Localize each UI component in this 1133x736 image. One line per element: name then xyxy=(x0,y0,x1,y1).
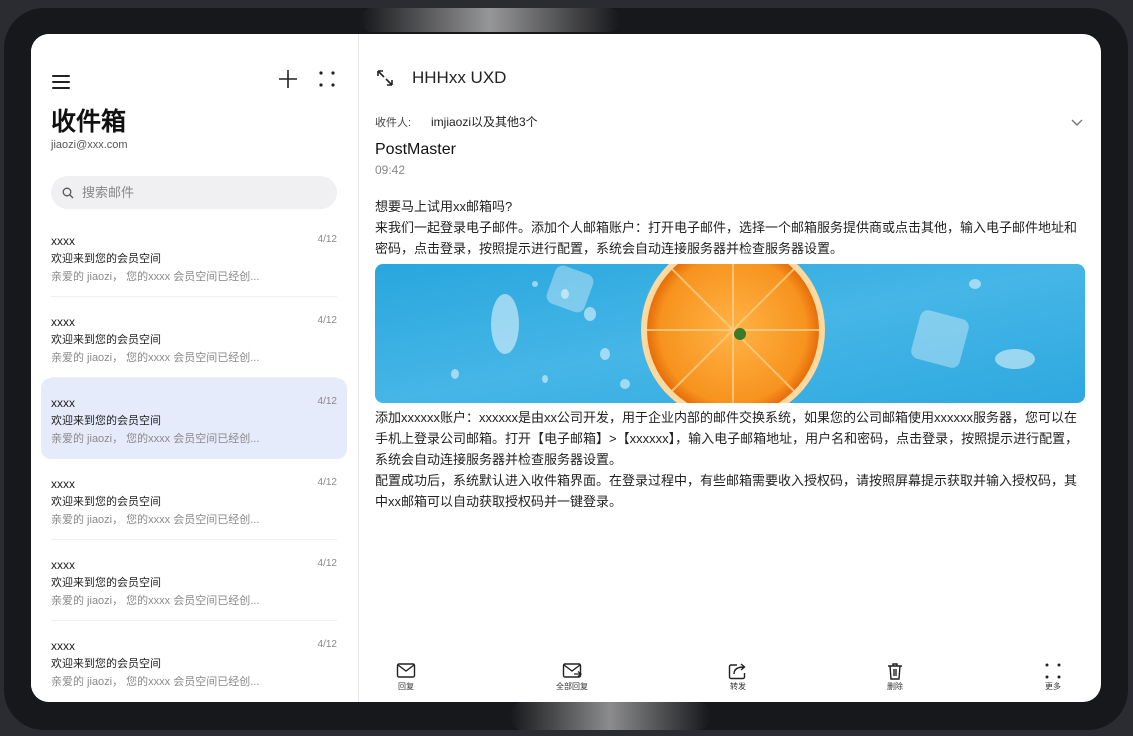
mail-date: 4/12 xyxy=(317,639,337,650)
recipient-list[interactable]: imjiaozi以及其他3个 xyxy=(431,113,538,130)
mail-subject: 欢迎来到您的会员空间 xyxy=(51,415,161,427)
bezel-glare xyxy=(360,8,620,32)
recipient-label: 收件人: xyxy=(375,117,412,129)
mail-date: 4/12 xyxy=(317,315,337,326)
list-item[interactable]: xxxx 4/12 欢迎来到您的会员空间 亲爱的 jiaozi， 您的xxxx … xyxy=(41,621,347,702)
plus-icon[interactable] xyxy=(276,67,300,91)
chevron-down-icon[interactable] xyxy=(1069,114,1085,130)
mail-sender: xxxx xyxy=(51,477,75,491)
mail-preview: 亲爱的 jiaozi， 您的xxxx 会员空间已经创... xyxy=(51,595,260,607)
mail-sender: xxxx xyxy=(51,396,75,410)
mail-sender: xxxx xyxy=(51,639,75,653)
reply-label: 回复 xyxy=(398,682,414,691)
mail-subject: 欢迎来到您的会员空间 xyxy=(51,658,161,670)
list-item[interactable]: xxxx 4/12 欢迎来到您的会员空间 亲爱的 jiaozi， 您的xxxx … xyxy=(41,297,347,378)
forward-label: 转发 xyxy=(730,682,746,691)
list-item[interactable]: xxxx 4/12 欢迎来到您的会员空间 亲爱的 jiaozi， 您的xxxx … xyxy=(41,540,347,621)
reply-button[interactable]: 回复 xyxy=(376,662,436,692)
reply-all-button[interactable]: 全部回复 xyxy=(542,662,602,692)
mail-preview: 亲爱的 jiaozi， 您的xxxx 会员空间已经创... xyxy=(51,514,260,526)
mail-body-bottom: 添加xxxxxx账户：xxxxxx是由xx公司开发，用于企业内部的邮件交换系统，… xyxy=(375,410,1079,509)
mail-list-pane: 收件箱 jiaozi@xxx.com xxxx 4/12 欢迎来到您的会员空间 … xyxy=(31,34,359,702)
search-icon xyxy=(62,187,74,198)
more-label: 更多 xyxy=(1045,682,1061,691)
delete-button[interactable]: 删除 xyxy=(865,662,925,692)
list-item-selected[interactable]: xxxx 4/12 欢迎来到您的会员空间 亲爱的 jiaozi， 您的xxxx … xyxy=(41,378,347,459)
menu-icon[interactable] xyxy=(52,75,70,91)
mail-sender: xxxx xyxy=(51,315,75,329)
reply-all-label: 全部回复 xyxy=(556,682,588,691)
mail-detail-pane: HHHxx UXD 收件人: imjiaozi以及其他3个 PostMaster… xyxy=(359,34,1101,702)
mail-subject: 欢迎来到您的会员空间 xyxy=(51,496,161,508)
more-button[interactable]: 更多 xyxy=(1023,662,1083,692)
mail-subject: 欢迎来到您的会员空间 xyxy=(51,253,161,265)
mail-date: 4/12 xyxy=(317,558,337,569)
mail-date: 4/12 xyxy=(317,396,337,407)
bottom-toolbar: 回复 全部回复 转发 删除 更多 xyxy=(359,662,1101,702)
search-input[interactable] xyxy=(80,184,314,201)
banner-image xyxy=(375,264,1085,403)
mail-preview: 亲爱的 jiaozi， 您的xxxx 会员空间已经创... xyxy=(51,271,260,283)
forward-button[interactable]: 转发 xyxy=(708,662,768,692)
mail-preview: 亲爱的 jiaozi， 您的xxxx 会员空间已经创... xyxy=(51,352,260,364)
list-item[interactable]: xxxx 4/12 欢迎来到您的会员空间 亲爱的 jiaozi， 您的xxxx … xyxy=(41,459,347,540)
mail-sender: xxxx xyxy=(51,234,75,248)
more-dots-icon[interactable] xyxy=(317,69,337,89)
page-title: 收件箱 xyxy=(51,108,127,136)
mail-subject: 欢迎来到您的会员空间 xyxy=(51,577,161,589)
forward-icon xyxy=(728,663,746,680)
screen: 收件箱 jiaozi@xxx.com xxxx 4/12 欢迎来到您的会员空间 … xyxy=(31,34,1101,702)
sender-name: PostMaster xyxy=(375,141,456,158)
mail-subject: 欢迎来到您的会员空间 xyxy=(51,334,161,346)
trash-icon xyxy=(888,663,902,680)
mail-list: xxxx 4/12 欢迎来到您的会员空间 亲爱的 jiaozi， 您的xxxx … xyxy=(41,216,347,702)
mail-preview: 亲爱的 jiaozi， 您的xxxx 会员空间已经创... xyxy=(51,676,260,688)
search-bar[interactable] xyxy=(51,176,337,209)
delete-label: 删除 xyxy=(887,682,903,691)
mail-time: 09:42 xyxy=(375,163,406,177)
list-item[interactable]: xxxx 4/12 欢迎来到您的会员空间 亲爱的 jiaozi， 您的xxxx … xyxy=(41,216,347,297)
mail-date: 4/12 xyxy=(317,477,337,488)
account-email: jiaozi@xxx.com xyxy=(51,139,128,151)
mail-body-top: 想要马上试用xx邮箱吗? 来我们一起登录电子邮件。添加个人邮箱账户：打开电子邮件… xyxy=(375,199,1078,256)
reply-icon xyxy=(396,663,416,678)
mail-date: 4/12 xyxy=(317,234,337,245)
bezel-glare xyxy=(510,702,710,730)
expand-icon[interactable] xyxy=(375,68,395,88)
mail-preview: 亲爱的 jiaozi， 您的xxxx 会员空间已经创... xyxy=(51,433,260,445)
mail-sender: xxxx xyxy=(51,558,75,572)
reply-all-icon xyxy=(562,663,582,678)
mail-title: HHHxx UXD xyxy=(412,68,507,87)
more-dots-icon xyxy=(1045,663,1061,679)
